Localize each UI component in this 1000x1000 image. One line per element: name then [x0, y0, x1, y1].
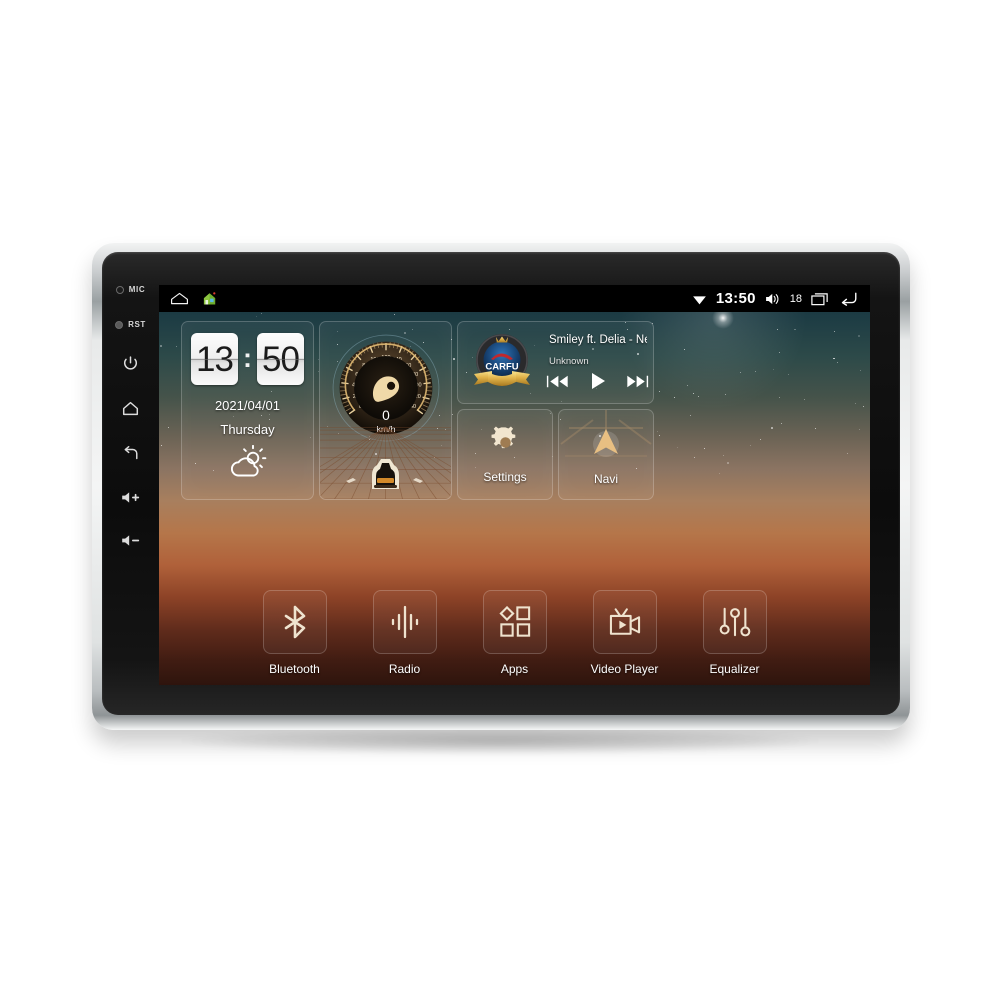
- carfu-logo-icon: CARFU: [474, 334, 530, 386]
- status-bar-right: 13:50 18: [692, 290, 870, 307]
- radio-label: Radio: [388, 662, 421, 676]
- mic-led-icon: [115, 285, 124, 294]
- apps-label: Apps: [500, 662, 529, 676]
- status-bar: 13:50 18: [159, 285, 870, 312]
- settings-label: Settings: [483, 470, 527, 484]
- clock-hours-box: 13: [191, 333, 238, 385]
- rst-led-icon: [115, 320, 124, 329]
- volume-up-button[interactable]: [120, 490, 142, 505]
- track-title: Smiley ft. Delia - Ne v…: [549, 334, 647, 346]
- rst-label: RST: [128, 320, 146, 329]
- radio-waves-icon: [391, 605, 418, 639]
- dock-item-bluetooth[interactable]: Bluetooth: [248, 590, 341, 676]
- radio-button[interactable]: [372, 590, 437, 654]
- video-camera-icon: [609, 608, 640, 635]
- status-bar-clock: 13:50: [715, 290, 756, 307]
- partly-cloudy-icon: [230, 445, 266, 477]
- media-controls: [546, 372, 649, 390]
- mic-indicator: MIC: [102, 285, 159, 294]
- wifi-icon[interactable]: [692, 293, 707, 305]
- play-icon[interactable]: [590, 372, 606, 390]
- music-widget[interactable]: CARFU Smiley ft. Delia - Ne v… Unknown: [457, 321, 654, 404]
- back-arrow-icon: [124, 446, 137, 460]
- navi-label: Navi: [593, 471, 618, 486]
- svg-text:CARFU: CARFU: [485, 362, 518, 373]
- clock-minutes-box: 50: [257, 333, 304, 385]
- reset-button[interactable]: RST: [102, 320, 159, 329]
- power-button[interactable]: [122, 355, 139, 372]
- apps-grid-icon: [498, 606, 530, 637]
- recents-icon[interactable]: [811, 292, 829, 306]
- apps-button[interactable]: [482, 590, 547, 654]
- clock-weekday: Thursday: [220, 422, 275, 437]
- mic-label: MIC: [128, 285, 146, 294]
- settings-tile[interactable]: Settings: [457, 409, 553, 500]
- bluetooth-label: Bluetooth: [269, 662, 320, 676]
- screenshot-root: MIC RST 13:50 18 13: 50 2021/04/01 Thur…: [0, 0, 1000, 1000]
- video-player-button[interactable]: [592, 590, 657, 654]
- back-arrow-icon[interactable]: [838, 291, 859, 306]
- volume-down-icon: [121, 535, 139, 546]
- touchscreen-display[interactable]: 13:50 18 13: 50 2021/04/01 Thursday 0 2…: [159, 285, 870, 685]
- svg-text:0: 0: [382, 408, 390, 423]
- bluetooth-button[interactable]: [262, 590, 327, 654]
- home-button[interactable]: [121, 400, 140, 417]
- equalizer-button[interactable]: [702, 590, 767, 654]
- skip-next-icon[interactable]: [626, 374, 649, 389]
- volume-up-icon: [121, 492, 139, 503]
- dock-item-apps[interactable]: Apps: [468, 590, 561, 676]
- volume-level: 18: [789, 292, 802, 305]
- video-player-label: Video Player: [590, 662, 659, 676]
- bluetooth-icon: [284, 605, 305, 639]
- back-button[interactable]: [121, 445, 141, 462]
- track-artist: Unknown: [549, 356, 589, 367]
- navi-tile[interactable]: Navi: [558, 409, 654, 500]
- bezel-control-column: MIC RST: [102, 252, 159, 715]
- power-icon: [123, 356, 138, 370]
- clock-hours: 13: [196, 339, 234, 379]
- navigation-arrow-icon: [588, 424, 624, 465]
- clock-date: 2021/04/01: [214, 398, 281, 413]
- home-outline-icon[interactable]: [170, 292, 189, 305]
- road-animation: [320, 423, 451, 499]
- skip-previous-icon[interactable]: [546, 374, 569, 389]
- weather-area[interactable]: [182, 445, 313, 479]
- speedometer-widget[interactable]: 020406080100120140160180200220240 0 km/h: [319, 321, 452, 500]
- device-front-panel: MIC RST 13:50 18 13: 50 2021/04/01 Thur…: [102, 252, 900, 715]
- dock-item-equalizer[interactable]: Equalizer: [688, 590, 781, 676]
- gear-icon: [489, 425, 522, 463]
- volume-down-button[interactable]: [120, 533, 142, 548]
- app-dock: Bluetooth Radio Apps Video Player Equali…: [159, 580, 870, 685]
- clock-widget[interactable]: 13 : 50 2021/04/01 Thursday: [181, 321, 314, 500]
- car-head-unit-device: MIC RST 13:50 18 13: 50 2021/04/01 Thur…: [92, 243, 910, 730]
- status-bar-left: [159, 291, 217, 306]
- clock-separator: :: [243, 342, 252, 373]
- car-illustration: [372, 459, 399, 489]
- album-art-badge: CARFU: [468, 328, 536, 401]
- flip-clock: 13 : 50: [182, 333, 313, 385]
- home-icon: [122, 401, 139, 416]
- road-grid: [320, 426, 451, 499]
- clock-minutes: 50: [262, 339, 300, 379]
- device-drop-shadow: [180, 728, 820, 754]
- equalizer-label: Equalizer: [709, 662, 760, 676]
- dock-item-radio[interactable]: Radio: [358, 590, 451, 676]
- house-app-icon[interactable]: [202, 291, 217, 306]
- equalizer-sliders-icon: [719, 607, 750, 637]
- volume-icon[interactable]: [765, 292, 781, 306]
- dock-item-video-player[interactable]: Video Player: [578, 590, 671, 676]
